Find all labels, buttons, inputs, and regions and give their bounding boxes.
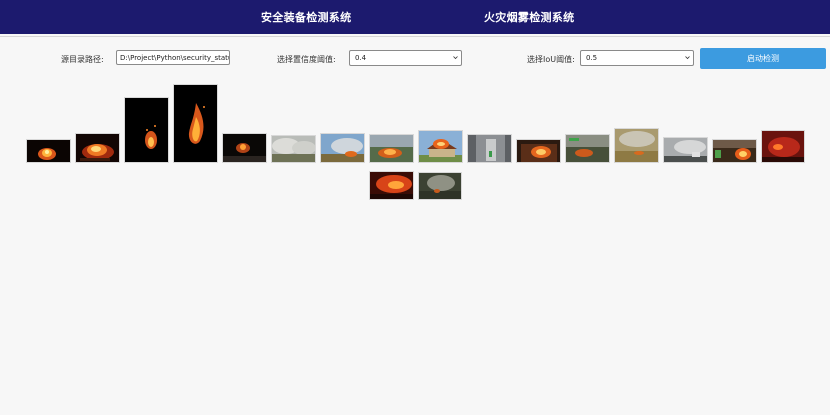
fire-thumb-3[interactable] (124, 97, 169, 163)
fire-thumb-12[interactable] (565, 134, 610, 163)
smoke-thumb-14[interactable] (663, 137, 708, 163)
fire-thumb-17[interactable] (369, 171, 414, 200)
fire-thumb-5[interactable] (222, 133, 267, 163)
smoke-thumb-18[interactable] (418, 172, 462, 200)
fire-thumb-16[interactable] (761, 130, 805, 163)
image-gallery (0, 0, 830, 415)
fire-thumb-1[interactable] (26, 139, 71, 163)
smoke-thumb-10[interactable] (467, 134, 512, 163)
fire-thumb-2[interactable] (75, 133, 120, 163)
fire-thumb-15[interactable] (712, 139, 757, 163)
fire-thumb-4[interactable] (173, 84, 218, 163)
smoke-thumb-6[interactable] (271, 135, 316, 163)
fire-thumb-8[interactable] (369, 134, 414, 163)
fire-thumb-9[interactable] (418, 130, 463, 163)
smoke-thumb-13[interactable] (614, 128, 659, 163)
fire-thumb-7[interactable] (320, 133, 365, 163)
fire-thumb-11[interactable] (516, 139, 561, 163)
